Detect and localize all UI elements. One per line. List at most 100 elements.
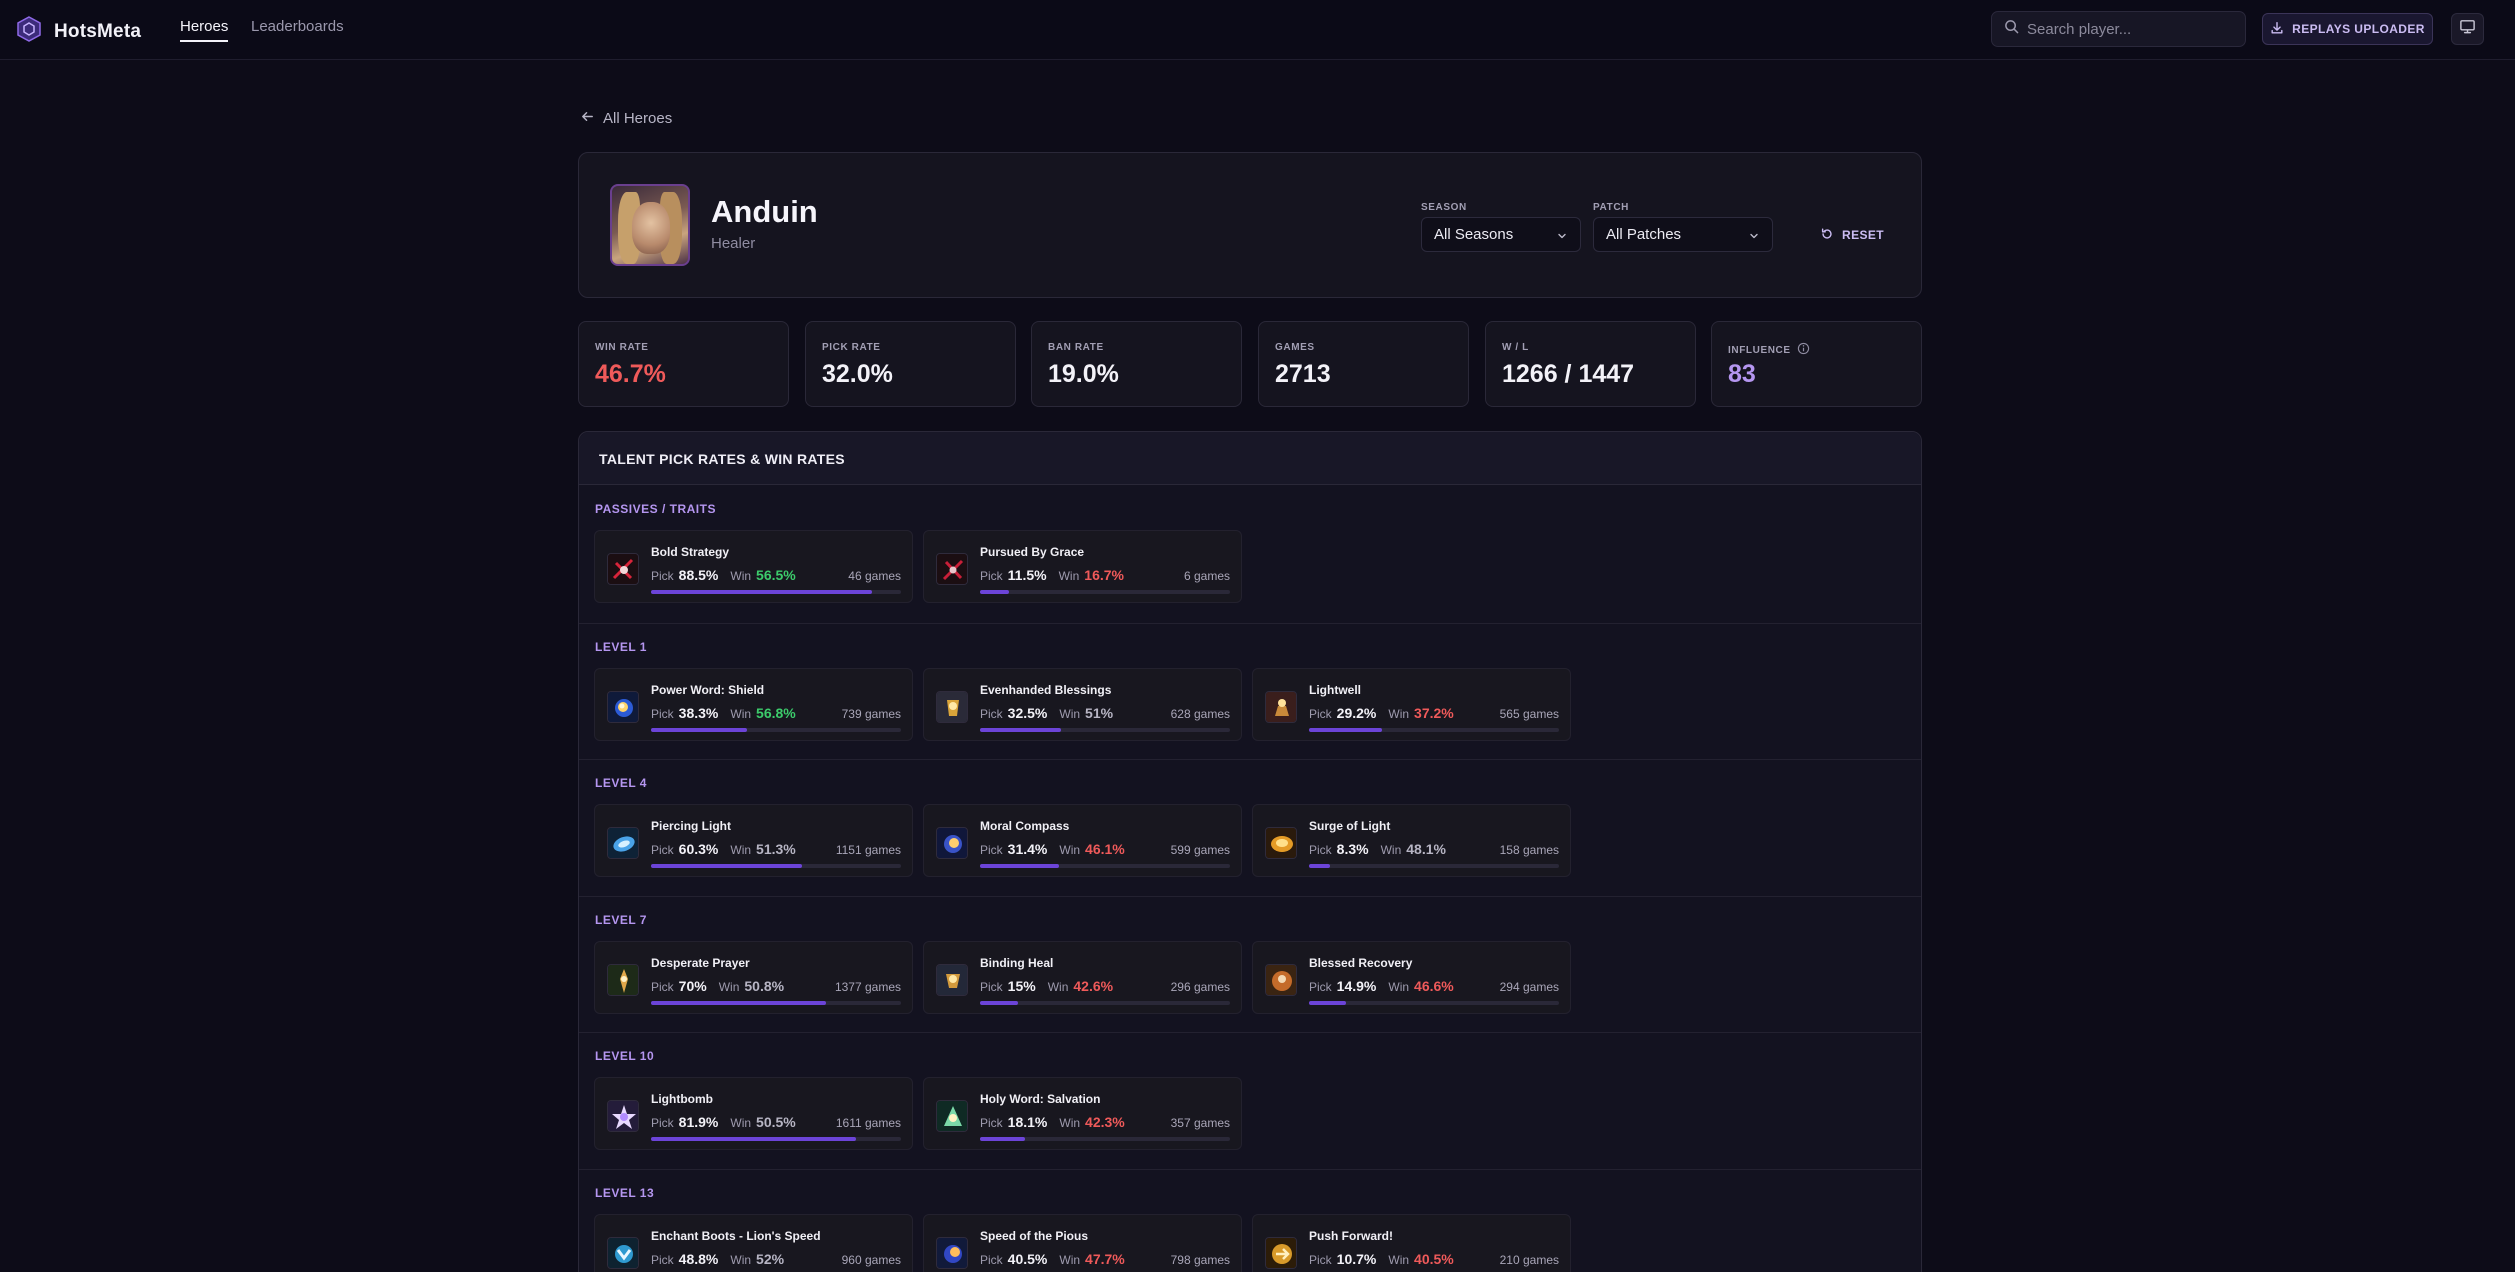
speed-of-the-pious-icon [936,1236,968,1269]
pick-label: Pick [651,1252,674,1267]
app-logo[interactable]: HotsMeta [16,16,141,47]
app-name: HotsMeta [54,20,142,42]
win-rate: 46.6% [1414,977,1454,994]
talent-name: Lightbomb [651,1092,713,1106]
desperate-prayer-icon [607,963,639,996]
talent-name: Moral Compass [980,819,1070,833]
pick-rate-bar-fill [980,864,1059,868]
season-select[interactable]: All Seasons [1421,217,1581,252]
talent-name: Binding Heal [980,955,1054,970]
talent-stats: Pick 11.5% Win 16.7% 6 games [980,567,1230,583]
info-icon[interactable] [1791,342,1810,358]
talent-card[interactable]: Surge of Light Pick 8.3% Win 48.1% 158 games [1252,804,1571,877]
nav-tab-leaderboards[interactable]: Leaderboards [251,18,344,35]
win-label: Win [730,569,752,583]
stat-value: 2713 [1275,360,1331,388]
games-count: 357 games [1170,1116,1230,1130]
nav-tab-heroes[interactable]: Heroes [180,18,229,42]
search-input[interactable] [2027,20,2237,38]
stat-value: 19.0% [1048,360,1119,388]
win-rate: 50.5% [756,1114,796,1130]
pick-rate: 32.5% [1007,704,1048,721]
stat-card-win-loss: W / L 1266 / 1447 [1485,321,1696,407]
pick-rate: 15% [1007,977,1036,994]
talent-name: Speed of the Pious [980,1228,1089,1243]
talent-stats: Pick 81.9% Win 50.5% 1611 games [651,1114,901,1130]
games-count: 565 games [1499,706,1559,721]
pick-label: Pick [980,979,1003,994]
talent-tier: PASSIVES / TRAITS Bold Strategy Pick 88.5% W… [579,486,1921,623]
talent-card[interactable]: Bold Strategy Pick 88.5% Win 56.5% 46 games [594,530,913,603]
back-to-all-heroes-link[interactable]: All Heroes [580,109,672,128]
games-count: 210 games [1499,1252,1559,1267]
talent-card[interactable]: Lightbomb Pick 81.9% Win 50.5% 1611 games [594,1077,913,1150]
talent-name: Blessed Recovery [1309,955,1413,970]
patch-select-value: All Patches [1606,226,1682,243]
games-count: 739 games [841,706,901,721]
tier-label: LEVEL 4 [595,776,647,790]
piercing-light-icon [607,827,639,859]
talent-card[interactable]: Pursued By Grace Pick 11.5% Win 16.7% 6 games [923,530,1242,603]
talent-card[interactable]: Moral Compass Pick 31.4% Win 46.1% 599 games [923,804,1242,877]
arrow-left-icon [580,109,603,128]
games-count: 628 games [1170,706,1230,721]
pick-rate: 14.9% [1336,977,1377,994]
blessed-recovery-icon [1265,963,1297,996]
pick-rate-bar [651,1000,901,1005]
talent-stats: Pick 88.5% Win 56.5% 46 games [651,567,901,583]
tier-label: LEVEL 13 [595,1185,655,1200]
talent-card[interactable]: Speed of the Pious Pick 40.5% Win 47.7% 798 g… [923,1213,1242,1272]
bold-strategy-icon [607,553,639,585]
talent-stats: Pick 32.5% Win 51% 628 games [980,705,1230,721]
talent-card[interactable]: Power Word: Shield Pick 38.3% Win 56.8% 739 g… [594,667,913,741]
pick-rate-bar-fill [1309,864,1330,868]
display-settings-button[interactable] [2451,13,2484,45]
season-select-value: All Seasons [1434,226,1514,243]
talent-stats-panel: TALENT PICK RATES & WIN RATES PASSIVES /… [578,431,1922,1272]
win-rate: 37.2% [1414,704,1454,721]
talent-card[interactable]: Piercing Light Pick 60.3% Win 51.3% 1151 game… [594,804,913,877]
talent-stats: Pick 29.2% Win 37.2% 565 games [1309,705,1559,721]
pick-rate-bar-fill [980,590,1009,594]
push-forward-icon [1265,1236,1297,1269]
pick-rate-bar [980,590,1230,594]
pick-rate-bar [980,1000,1230,1005]
stat-label: GAMES [1275,342,1315,353]
win-label: Win [1388,979,1410,994]
pick-rate-bar-fill [651,864,802,868]
talent-card[interactable]: Push Forward! Pick 10.7% Win 40.5% 210 games [1252,1213,1571,1272]
search-icon [2004,19,2019,39]
talent-card[interactable]: Desperate Prayer Pick 70% Win 50.8% 1377 game… [594,940,913,1014]
replays-uploader-button[interactable]: REPLAYS UPLOADER [2262,13,2433,45]
monitor-icon [2459,18,2476,40]
talent-card[interactable]: Blessed Recovery Pick 14.9% Win 46.6% 294 gam… [1252,940,1571,1014]
pick-rate-bar-fill [1309,727,1382,732]
pick-rate-bar [651,590,901,594]
pick-label: Pick [1309,979,1332,994]
talent-card[interactable]: Evenhanded Blessings Pick 32.5% Win 51% 628 g… [923,667,1242,741]
pick-label: Pick [1309,706,1332,721]
win-rate: 42.3% [1085,1114,1125,1130]
talent-card[interactable]: Binding Heal Pick 15% Win 42.6% 296 games [923,940,1242,1014]
pick-label: Pick [651,706,674,721]
pick-label: Pick [1309,1252,1332,1267]
win-label: Win [1388,706,1410,721]
win-rate: 51.3% [756,841,796,857]
pick-rate: 29.2% [1336,704,1377,721]
stat-card-ban-rate: BAN RATE 19.0% [1031,321,1242,407]
back-link-label: All Heroes [603,110,673,127]
talent-card[interactable]: Enchant Boots - Lion's Speed Pick 48.8% Win… [594,1213,913,1272]
talent-card[interactable]: Lightwell Pick 29.2% Win 37.2% 565 games [1252,667,1571,741]
pick-label: Pick [651,1116,674,1130]
win-rate: 40.5% [1414,1250,1454,1267]
win-label: Win [1047,979,1069,994]
pick-rate-bar-fill [651,1137,856,1141]
reset-filters-button[interactable]: RESET [1810,220,1894,250]
talent-card[interactable]: Holy Word: Salvation Pick 18.1% Win 42.3% 357… [923,1077,1242,1150]
games-count: 960 games [841,1252,901,1267]
games-count: 46 games [848,569,901,583]
hero-portrait [610,184,690,266]
win-label: Win [730,843,752,857]
hero-header-card: Anduin Healer SEASON All Seasons PATCH A… [578,152,1922,298]
patch-select[interactable]: All Patches [1593,217,1773,252]
